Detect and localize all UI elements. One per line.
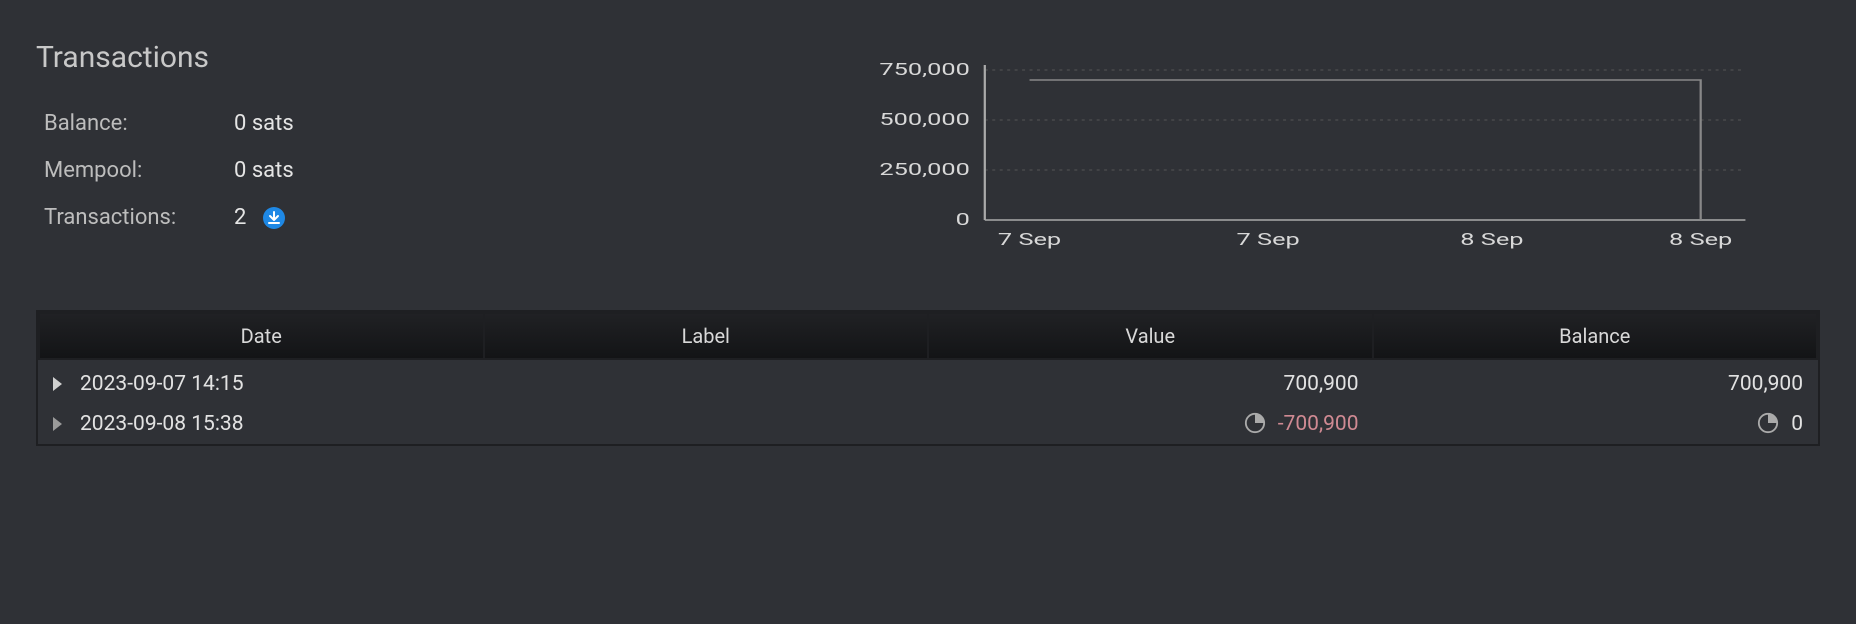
balance-chart: 750,000 500,000 250,000 0 7 Sep 7 Sep 8 … [776, 40, 1820, 270]
ytick-0: 0 [956, 210, 970, 230]
table-header: Date Label Value Balance [39, 313, 1817, 359]
col-header-label[interactable]: Label [484, 313, 929, 359]
stat-mempool: Mempool: 0 sats [44, 158, 736, 183]
col-header-date[interactable]: Date [39, 313, 484, 359]
xtick-1: 7 Sep [1237, 230, 1300, 250]
value-cell: 700,900 [928, 359, 1373, 404]
transactions-table: Date Label Value Balance 2023-09-07 14:1… [38, 312, 1818, 444]
date-cell: 2023-09-07 14:15 [39, 359, 484, 404]
value-text: 700,900 [1284, 372, 1359, 396]
col-header-value[interactable]: Value [928, 313, 1373, 359]
mempool-label: Mempool: [44, 158, 234, 183]
page-title: Transactions [36, 40, 736, 75]
balance-cell: 700,900 [1373, 359, 1818, 404]
table-row[interactable]: 2023-09-07 14:15 700,900 700,900 [39, 359, 1817, 404]
stat-transactions: Transactions: 2 [44, 205, 736, 230]
xtick-0: 7 Sep [998, 230, 1061, 250]
balance-cell: 0 [1373, 404, 1818, 444]
transactions-label: Transactions: [44, 205, 234, 230]
transactions-table-wrap: Date Label Value Balance 2023-09-07 14:1… [36, 310, 1820, 446]
table-row[interactable]: 2023-09-08 15:38 -700,900 0 [39, 404, 1817, 444]
chart-svg: 750,000 500,000 250,000 0 7 Sep 7 Sep 8 … [776, 40, 1820, 270]
ytick-3: 750,000 [879, 60, 969, 80]
date-text: 2023-09-08 15:38 [80, 412, 244, 436]
expand-icon[interactable] [53, 417, 62, 431]
stats-block: Balance: 0 sats Mempool: 0 sats Transact… [44, 111, 736, 230]
date-text: 2023-09-07 14:15 [80, 372, 244, 396]
col-header-balance[interactable]: Balance [1373, 313, 1818, 359]
summary-panel: Transactions Balance: 0 sats Mempool: 0 … [36, 40, 736, 252]
label-cell [484, 359, 929, 404]
xtick-3: 8 Sep [1669, 230, 1732, 250]
label-cell [484, 404, 929, 444]
stat-balance: Balance: 0 sats [44, 111, 736, 136]
balance-text: 0 [1791, 412, 1803, 436]
balance-value: 0 sats [234, 111, 294, 136]
ytick-1: 250,000 [879, 160, 969, 180]
balance-label: Balance: [44, 111, 234, 136]
download-icon[interactable] [262, 206, 286, 230]
pending-icon [1244, 412, 1266, 434]
date-cell: 2023-09-08 15:38 [39, 404, 484, 444]
xtick-2: 8 Sep [1460, 230, 1523, 250]
pending-icon [1757, 412, 1779, 434]
value-cell: -700,900 [928, 404, 1373, 444]
expand-icon[interactable] [53, 377, 62, 391]
value-text: -700,900 [1278, 412, 1359, 436]
mempool-value: 0 sats [234, 158, 294, 183]
ytick-2: 500,000 [879, 110, 969, 130]
balance-text: 700,900 [1728, 372, 1803, 396]
transactions-value: 2 [234, 205, 246, 230]
